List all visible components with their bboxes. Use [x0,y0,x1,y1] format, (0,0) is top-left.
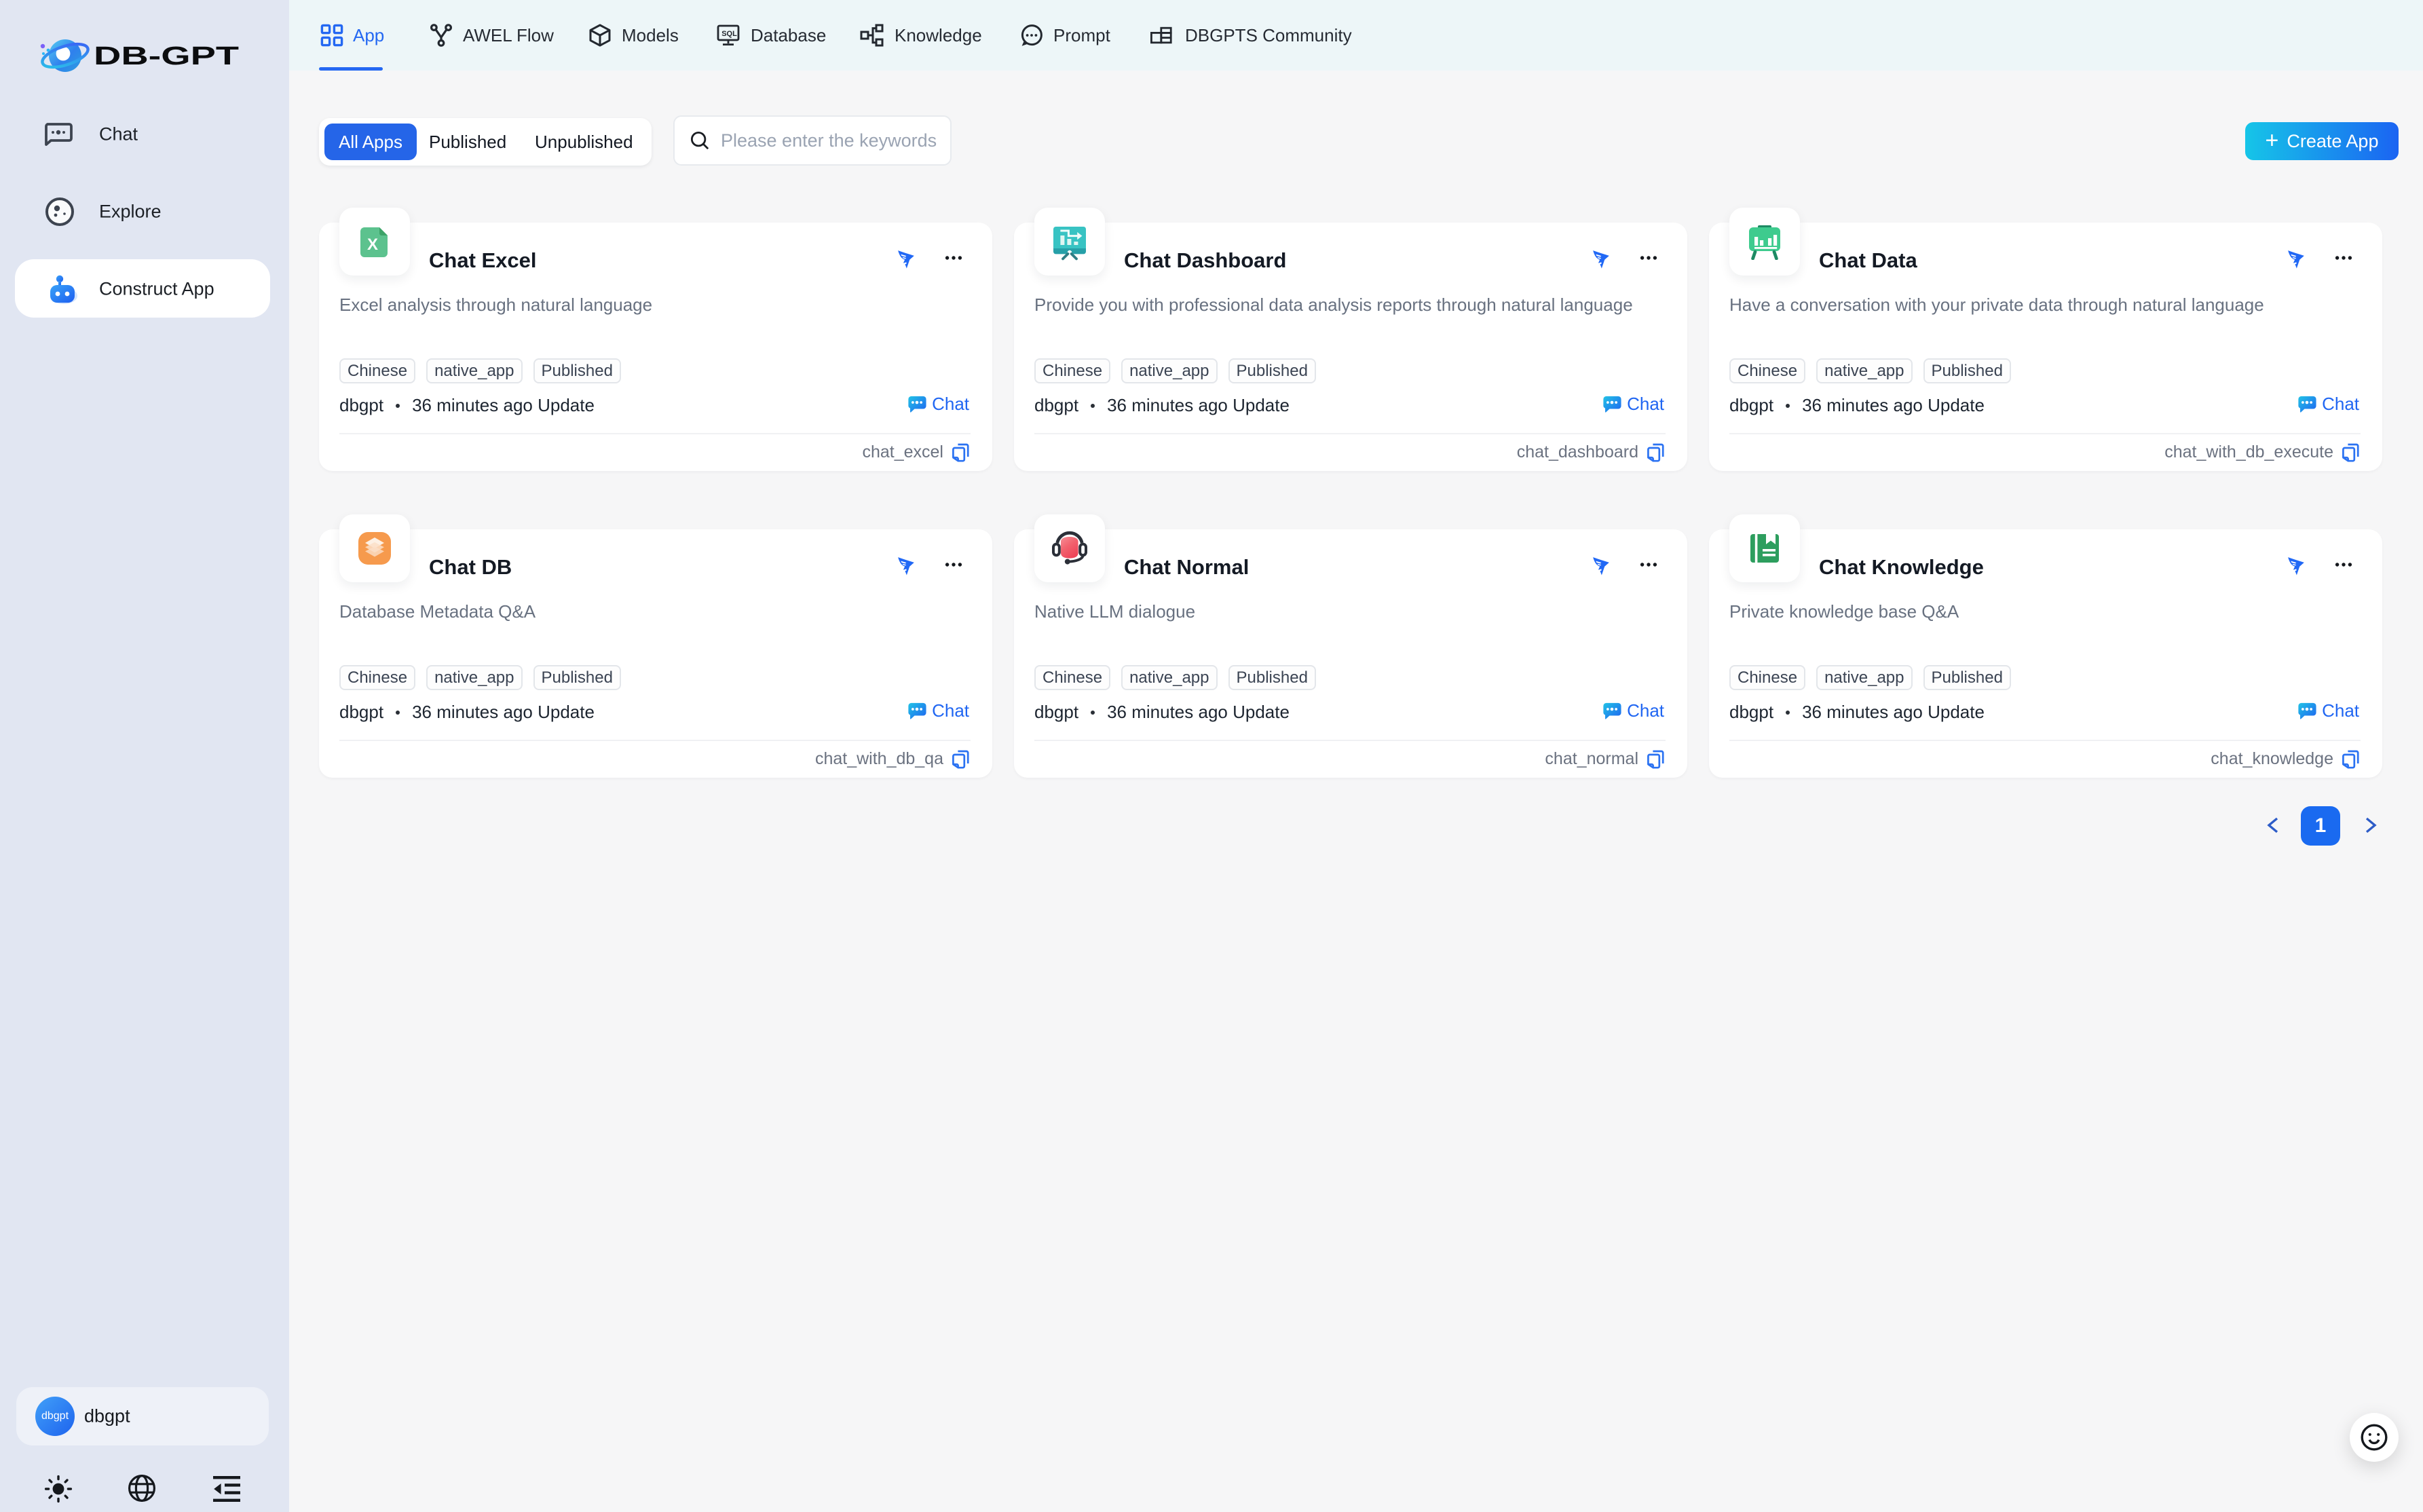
svg-text:SQL: SQL [721,30,737,38]
svg-text:DB-GPT: DB-GPT [94,42,239,71]
svg-text:X: X [367,235,378,254]
